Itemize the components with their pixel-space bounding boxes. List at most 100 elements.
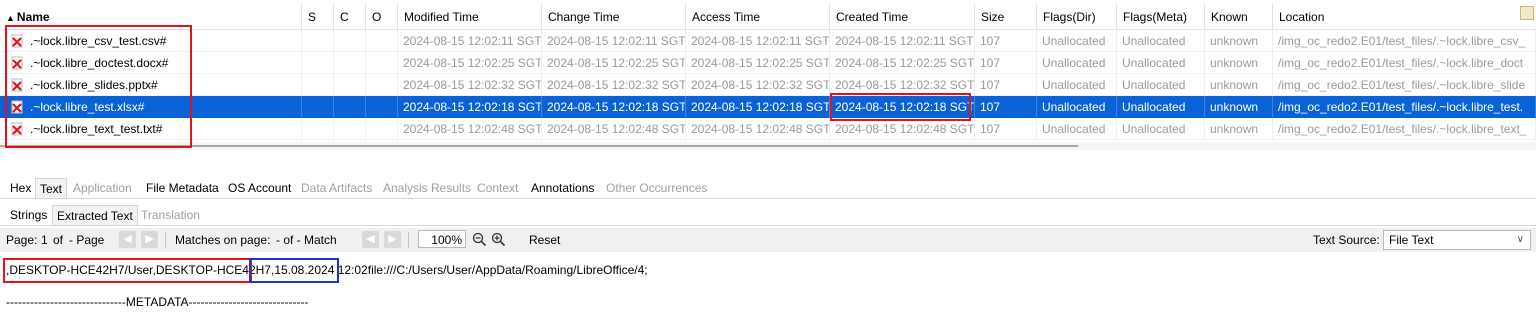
- tab-context[interactable]: Context: [473, 178, 522, 198]
- cell-known: unknown: [1205, 118, 1273, 140]
- next-page-icon[interactable]: ▶: [141, 231, 158, 248]
- column-header-flags-meta[interactable]: Flags(Meta): [1117, 4, 1205, 30]
- cell-known: unknown: [1205, 96, 1273, 118]
- text-segment-date: 15.08.2024 12:02: [274, 263, 368, 277]
- cell-o: [366, 52, 398, 74]
- text-line: ,DESKTOP-HCE42H7/User,DESKTOP-HCE42H7,15…: [6, 260, 648, 280]
- tab-file-metadata[interactable]: File Metadata: [142, 178, 223, 198]
- tab-translation[interactable]: Translation: [137, 205, 204, 225]
- zoom-in-icon[interactable]: [491, 232, 506, 247]
- cell-access-time: 2024-08-15 12:02:25 SGT: [686, 52, 830, 74]
- cell-s: [302, 74, 334, 96]
- table-row[interactable]: .~lock.libre_text_test.txt# 2024-08-15 1…: [0, 118, 1536, 140]
- cell-created-time: 2024-08-15 12:02:18 SGT: [830, 96, 975, 118]
- column-header-flags-dir[interactable]: Flags(Dir): [1037, 4, 1117, 30]
- zoom-field[interactable]: 100%: [418, 230, 466, 248]
- cell-size: 107: [975, 118, 1037, 140]
- table-row[interactable]: .~lock.libre_doctest.docx# 2024-08-15 12…: [0, 52, 1536, 74]
- column-header-known[interactable]: Known: [1205, 4, 1273, 30]
- previous-match-icon[interactable]: ◀: [362, 231, 379, 248]
- column-header-name[interactable]: ▲ Name: [0, 4, 302, 30]
- tab-os-account[interactable]: OS Account: [224, 178, 295, 198]
- tab-data-artifacts[interactable]: Data Artifacts: [297, 178, 376, 198]
- horizontal-scrollbar[interactable]: [0, 142, 1536, 150]
- cell-flags-meta: Unallocated: [1117, 30, 1205, 52]
- zoom-out-icon[interactable]: [472, 232, 487, 247]
- chevron-down-icon: ∨: [1516, 234, 1524, 245]
- cell-created-time: 2024-08-15 12:02:25 SGT: [830, 52, 975, 74]
- tab-application[interactable]: Application: [69, 178, 136, 198]
- tab-text[interactable]: Text: [35, 178, 68, 198]
- deleted-file-icon: [10, 55, 24, 70]
- tab-extracted-text[interactable]: Extracted Text: [52, 205, 138, 225]
- cell-created-time: 2024-08-15 12:02:48 SGT: [830, 118, 975, 140]
- cell-size: 107: [975, 96, 1037, 118]
- cell-change-time: 2024-08-15 12:02:32 SGT: [542, 74, 686, 96]
- column-chooser-icon[interactable]: [1520, 6, 1534, 20]
- column-header-change-time[interactable]: Change Time: [542, 4, 686, 30]
- cell-change-time: 2024-08-15 12:02:11 SGT: [542, 30, 686, 52]
- column-header-c[interactable]: C: [334, 4, 366, 30]
- table-row-selected[interactable]: .~lock.libre_test.xlsx# 2024-08-15 12:02…: [0, 96, 1536, 118]
- scrollbar-thumb[interactable]: [0, 145, 1078, 147]
- cell-s: [302, 52, 334, 74]
- table-header: ▲ Name S C O Modified Time Change Time Ac…: [0, 4, 1536, 30]
- cell-change-time: 2024-08-15 12:02:25 SGT: [542, 52, 686, 74]
- cell-location: /img_oc_redo2.E01/test_files/.~lock.libr…: [1273, 52, 1536, 74]
- page-label: Page:: [6, 233, 38, 247]
- cell-flags-dir: Unallocated: [1037, 30, 1117, 52]
- tab-strings[interactable]: Strings: [6, 205, 51, 225]
- column-header-size[interactable]: Size: [975, 4, 1037, 30]
- cell-c: [334, 74, 366, 96]
- file-table: ▲ Name S C O Modified Time Change Time Ac…: [0, 0, 1536, 150]
- page-of-label: of: [53, 233, 64, 247]
- column-header-o[interactable]: O: [366, 4, 398, 30]
- cell-access-time: 2024-08-15 12:02:11 SGT: [686, 30, 830, 52]
- next-match-icon[interactable]: ▶: [384, 231, 401, 248]
- tab-annotations[interactable]: Annotations: [527, 178, 598, 198]
- cell-o: [366, 30, 398, 52]
- table-row[interactable]: .~lock.libre_csv_test.csv# 2024-08-15 12…: [0, 30, 1536, 52]
- cell-change-time: 2024-08-15 12:02:18 SGT: [542, 96, 686, 118]
- table-body: .~lock.libre_csv_test.csv# 2024-08-15 12…: [0, 30, 1536, 140]
- reset-button[interactable]: Reset: [529, 228, 560, 252]
- cell-name: .~lock.libre_doctest.docx#: [0, 52, 302, 74]
- cell-name: .~lock.libre_csv_test.csv#: [0, 30, 302, 52]
- column-header-modified-time[interactable]: Modified Time: [398, 4, 542, 30]
- sort-ascending-icon: ▲: [6, 13, 15, 23]
- matches-label: Matches on page:: [175, 233, 271, 247]
- cell-flags-dir: Unallocated: [1037, 52, 1117, 74]
- cell-flags-meta: Unallocated: [1117, 118, 1205, 140]
- cell-modified-time: 2024-08-15 12:02:25 SGT: [398, 52, 542, 74]
- cell-c: [334, 118, 366, 140]
- cell-modified-time: 2024-08-15 12:02:11 SGT: [398, 30, 542, 52]
- cell-flags-dir: Unallocated: [1037, 96, 1117, 118]
- cell-c: [334, 52, 366, 74]
- cell-created-time: 2024-08-15 12:02:11 SGT: [830, 30, 975, 52]
- cell-location: /img_oc_redo2.E01/test_files/.~lock.libr…: [1273, 118, 1536, 140]
- separator: [165, 232, 166, 248]
- text-segment-host-user: ,DESKTOP-HCE42H7/User,DESKTOP-HCE42H7,: [6, 263, 275, 277]
- tab-analysis-results[interactable]: Analysis Results: [379, 178, 475, 198]
- cell-location: /img_oc_redo2.E01/test_files/.~lock.libr…: [1273, 30, 1536, 52]
- text-subtabs: Strings Extracted Text Translation: [0, 205, 1536, 226]
- column-header-created-time[interactable]: Created Time: [830, 4, 975, 30]
- cell-location: /img_oc_redo2.E01/test_files/.~lock.libr…: [1273, 74, 1536, 96]
- cell-s: [302, 30, 334, 52]
- column-header-s[interactable]: S: [302, 4, 334, 30]
- deleted-file-icon: [10, 121, 24, 136]
- column-header-location[interactable]: Location: [1273, 4, 1536, 30]
- text-toolbar: Page: 1 of - Page ◀ ▶ Matches on page: -…: [0, 228, 1536, 252]
- text-source-dropdown[interactable]: File Text ∨: [1383, 230, 1531, 250]
- table-row[interactable]: .~lock.libre_slides.pptx# 2024-08-15 12:…: [0, 74, 1536, 96]
- cell-modified-time: 2024-08-15 12:02:32 SGT: [398, 74, 542, 96]
- cell-o: [366, 118, 398, 140]
- cell-flags-meta: Unallocated: [1117, 52, 1205, 74]
- tab-other-occurrences[interactable]: Other Occurrences: [602, 178, 711, 198]
- tab-hex[interactable]: Hex: [6, 178, 35, 198]
- column-header-access-time[interactable]: Access Time: [686, 4, 830, 30]
- deleted-file-icon: [10, 77, 24, 92]
- previous-page-icon[interactable]: ◀: [119, 231, 136, 248]
- extracted-text-content: ,DESKTOP-HCE42H7/User,DESKTOP-HCE42H7,15…: [0, 252, 1536, 319]
- cell-o: [366, 96, 398, 118]
